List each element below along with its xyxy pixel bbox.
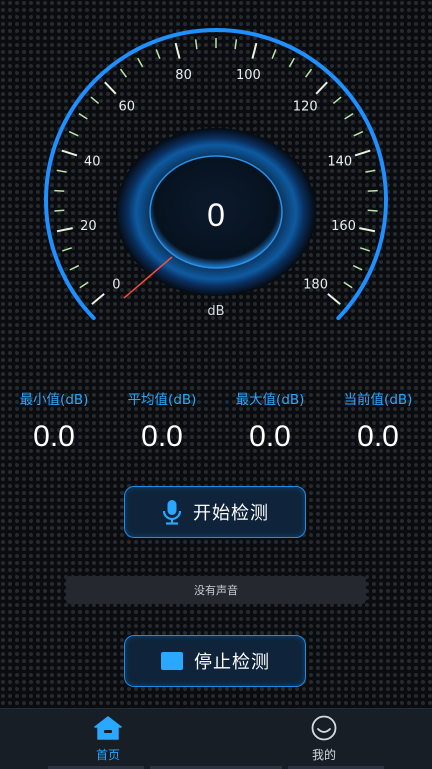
gauge-minor-tick [367, 189, 378, 192]
gauge-minor-tick [119, 68, 128, 78]
gauge-minor-tick [271, 49, 277, 60]
gauge-minor-tick [54, 209, 65, 212]
gauge-minor-tick [352, 264, 363, 271]
stat-current: 当前值(dB) 0.0 [324, 388, 432, 454]
gauge-minor-tick [79, 281, 89, 289]
microphone-icon [162, 500, 182, 525]
gauge-minor-tick [367, 209, 378, 212]
gauge-tick-label: 0 [112, 278, 120, 293]
gauge-minor-tick [365, 169, 376, 173]
gauge-tick-label: 60 [119, 99, 136, 114]
stat-avg-label: 平均值(dB) [127, 392, 197, 408]
gauge-minor-tick [90, 96, 100, 105]
bottom-navigation: 首页 我的 [0, 708, 432, 769]
gauge-minor-tick [137, 57, 144, 68]
gauge-major-tick [315, 81, 328, 95]
gauge-tick-label: 160 [331, 219, 356, 234]
gauge-minor-tick [360, 247, 371, 252]
gauge-tick-label: 40 [84, 154, 101, 169]
start-detection-button[interactable]: 开始检测 [124, 486, 306, 538]
stat-current-value: 0.0 [357, 420, 399, 453]
stop-square-icon [161, 652, 183, 670]
stat-min-label: 最小值(dB) [19, 392, 89, 408]
gauge-major-tick [174, 42, 181, 59]
gauge-major-tick [61, 149, 78, 157]
gauge-minor-tick [68, 130, 79, 137]
smiley-icon [311, 715, 337, 741]
home-icon [94, 716, 122, 740]
gauge-minor-tick [332, 96, 342, 105]
gauge-minor-tick [61, 247, 72, 252]
gauge-minor-tick [304, 68, 313, 78]
stat-min: 最小值(dB) 0.0 [0, 388, 108, 454]
gauge-minor-tick [234, 39, 238, 50]
gauge-minor-tick [56, 169, 67, 173]
sound-level-gauge: 0 dB 0 20 40 60 80 100 120 140 160 180 [44, 28, 388, 321]
stat-avg-value: 0.0 [141, 420, 183, 453]
stat-max: 最大值(dB) 0.0 [216, 388, 324, 454]
stat-min-value: 0.0 [33, 420, 75, 453]
status-bar: 没有声音 [66, 576, 366, 604]
gauge-tick-label: 80 [175, 68, 192, 83]
gauge-minor-tick [343, 281, 353, 289]
gauge-minor-tick [344, 112, 354, 120]
stop-detection-button[interactable]: 停止检测 [124, 635, 306, 687]
gauge-minor-tick [69, 264, 80, 271]
gauge-tick-label: 120 [293, 99, 318, 114]
gauge-minor-tick [353, 130, 364, 137]
gauge-minor-tick [54, 189, 65, 192]
gauge-major-tick [104, 81, 117, 95]
gauge-major-tick [251, 42, 258, 59]
nav-home[interactable]: 首页 [0, 709, 216, 769]
gauge-minor-tick [194, 39, 198, 50]
stats-row: 最小值(dB) 0.0 平均值(dB) 0.0 最大值(dB) 0.0 当前值(… [0, 388, 432, 458]
gauge-value: 0 [207, 197, 225, 233]
gauge-major-tick [359, 227, 376, 233]
nav-home-label: 首页 [95, 748, 120, 762]
stat-max-label: 最大值(dB) [235, 392, 305, 408]
gauge-major-tick [56, 227, 73, 233]
stat-max-value: 0.0 [249, 420, 291, 453]
start-detection-label: 开始检测 [193, 503, 269, 524]
gauge-major-tick [91, 293, 105, 305]
stop-detection-label: 停止检测 [194, 652, 270, 673]
gauge-major-tick [327, 293, 341, 305]
status-text: 没有声音 [194, 584, 238, 597]
nav-profile[interactable]: 我的 [216, 709, 432, 769]
gauge-minor-tick [288, 57, 295, 68]
gauge-tick-label: 180 [303, 278, 328, 293]
gauge-tick-label: 140 [327, 154, 352, 169]
nav-profile-label: 我的 [311, 748, 336, 762]
stat-current-label: 当前值(dB) [343, 392, 413, 408]
gauge-minor-tick [155, 49, 161, 60]
gauge-minor-tick [78, 112, 88, 120]
gauge-tick-label: 100 [236, 68, 261, 83]
gauge-tick-label: 20 [80, 219, 97, 234]
gauge-unit: dB [207, 304, 224, 319]
gauge-major-tick [354, 149, 371, 157]
stat-avg: 平均值(dB) 0.0 [108, 388, 216, 454]
